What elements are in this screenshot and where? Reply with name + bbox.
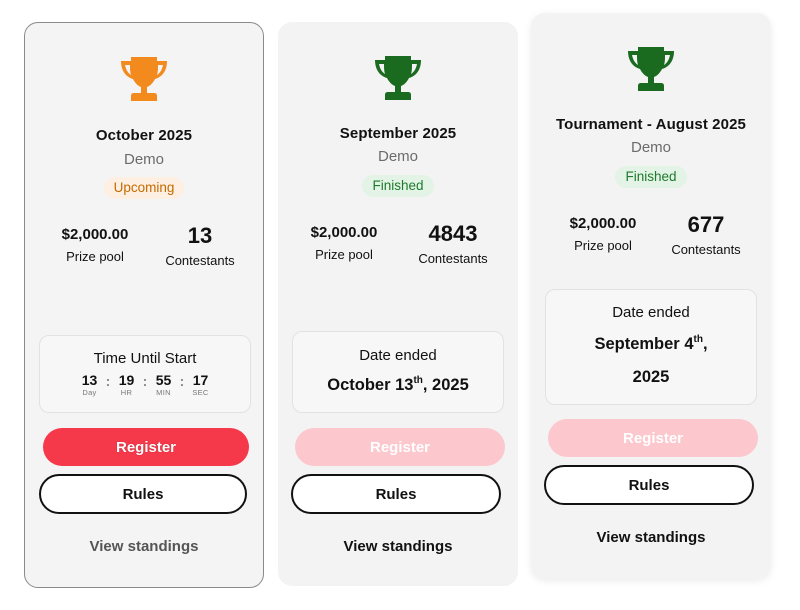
view-standings-link[interactable]: View standings [531, 529, 771, 546]
date-year: 2025 [632, 368, 670, 386]
rules-button[interactable]: Rules [39, 474, 247, 514]
tournament-subtitle: Demo [630, 139, 671, 156]
countdown-separator: : [142, 373, 148, 389]
countdown-hour-unit: HR [120, 388, 133, 397]
prize-pool-stat: $2,000.00 Prize pool [553, 215, 653, 253]
countdown-label: Time Until Start [93, 350, 197, 367]
status-badge: Finished [615, 166, 687, 188]
status-badge-wrap: Upcoming [25, 177, 263, 199]
date-ended-label: Date ended [612, 304, 690, 321]
contestants-value: 677 [687, 212, 725, 237]
countdown-second-value: 17 [192, 372, 209, 388]
register-button[interactable]: Register [548, 419, 758, 457]
date-day: October 13 [327, 376, 414, 394]
contestants-label: Contestants [418, 251, 488, 266]
countdown-separator: : [179, 373, 185, 389]
view-standings-link[interactable]: View standings [278, 538, 518, 555]
register-button[interactable]: Register [43, 428, 249, 466]
contestants-value: 13 [187, 223, 213, 248]
date-comma: , [702, 335, 708, 353]
tournament-subtitle: Demo [377, 148, 418, 165]
tournament-card-august-2025: Tournament - August 2025 Demo Finished $… [531, 13, 771, 579]
tournament-card-september-2025: September 2025 Demo Finished $2,000.00 P… [278, 22, 518, 586]
trophy-icon [531, 45, 771, 95]
status-badge-wrap: Finished [531, 166, 771, 188]
prize-pool-value: $2,000.00 [569, 215, 637, 232]
tournament-title: October 2025 [95, 127, 193, 144]
countdown-separator: : [105, 373, 111, 389]
date-ended-value: September 4th, [546, 323, 756, 361]
prize-pool-stat: $2,000.00 Prize pool [294, 224, 394, 262]
prize-pool-value: $2,000.00 [310, 224, 378, 241]
contestants-stat: 13 Contestants [153, 223, 247, 268]
date-ordinal-suffix: th [413, 375, 423, 386]
tournament-subtitle: Demo [123, 151, 164, 168]
prize-pool-value: $2,000.00 [61, 226, 129, 243]
register-button[interactable]: Register [295, 428, 505, 466]
countdown-second-unit: SEC [192, 388, 209, 397]
countdown-box: Time Until Start 13 Day : 19 HR : 55 MIN… [39, 335, 251, 413]
status-badge: Upcoming [103, 177, 185, 199]
date-ended-box: Date ended October 13th, 2025 [292, 331, 504, 413]
prize-pool-label: Prize pool [315, 247, 373, 262]
rules-button[interactable]: Rules [544, 465, 754, 505]
tournament-title: Tournament - August 2025 [556, 116, 746, 133]
countdown-day-unit: Day [82, 388, 97, 397]
date-ended-box: Date ended September 4th, 2025 [545, 289, 757, 405]
countdown-minute-unit: MIN [156, 388, 171, 397]
prize-pool-stat: $2,000.00 Prize pool [45, 226, 145, 264]
date-ended-value: October 13th, 2025 [293, 364, 503, 402]
tournament-card-october-2025: October 2025 Demo Upcoming $2,000.00 Pri… [24, 22, 264, 588]
contestants-label: Contestants [165, 253, 235, 268]
trophy-icon [25, 55, 263, 105]
countdown-hour-value: 19 [118, 372, 135, 388]
prize-pool-label: Prize pool [574, 238, 632, 253]
date-year: , 2025 [422, 376, 469, 394]
date-ordinal-suffix: th [693, 334, 703, 345]
countdown-day-value: 13 [81, 372, 98, 388]
countdown-minute-value: 55 [155, 372, 172, 388]
tournament-title: September 2025 [339, 125, 457, 142]
contestants-stat: 677 Contestants [659, 212, 753, 257]
contestants-label: Contestants [671, 242, 741, 257]
trophy-icon [278, 54, 518, 104]
status-badge-wrap: Finished [278, 175, 518, 197]
countdown-day: 13 Day [77, 372, 103, 397]
contestants-stat: 4843 Contestants [406, 221, 500, 266]
countdown-second: 17 SEC [188, 372, 214, 397]
countdown-minute: 55 MIN [151, 372, 177, 397]
date-day: September 4 [594, 335, 694, 353]
view-standings-link[interactable]: View standings [25, 538, 263, 555]
countdown-timer: 13 Day : 19 HR : 55 MIN : 17 SEC [40, 372, 250, 397]
status-badge: Finished [362, 175, 434, 197]
date-ended-label: Date ended [359, 347, 437, 364]
prize-pool-label: Prize pool [66, 249, 124, 264]
contestants-value: 4843 [428, 221, 478, 246]
rules-button[interactable]: Rules [291, 474, 501, 514]
countdown-hour: 19 HR [114, 372, 140, 397]
